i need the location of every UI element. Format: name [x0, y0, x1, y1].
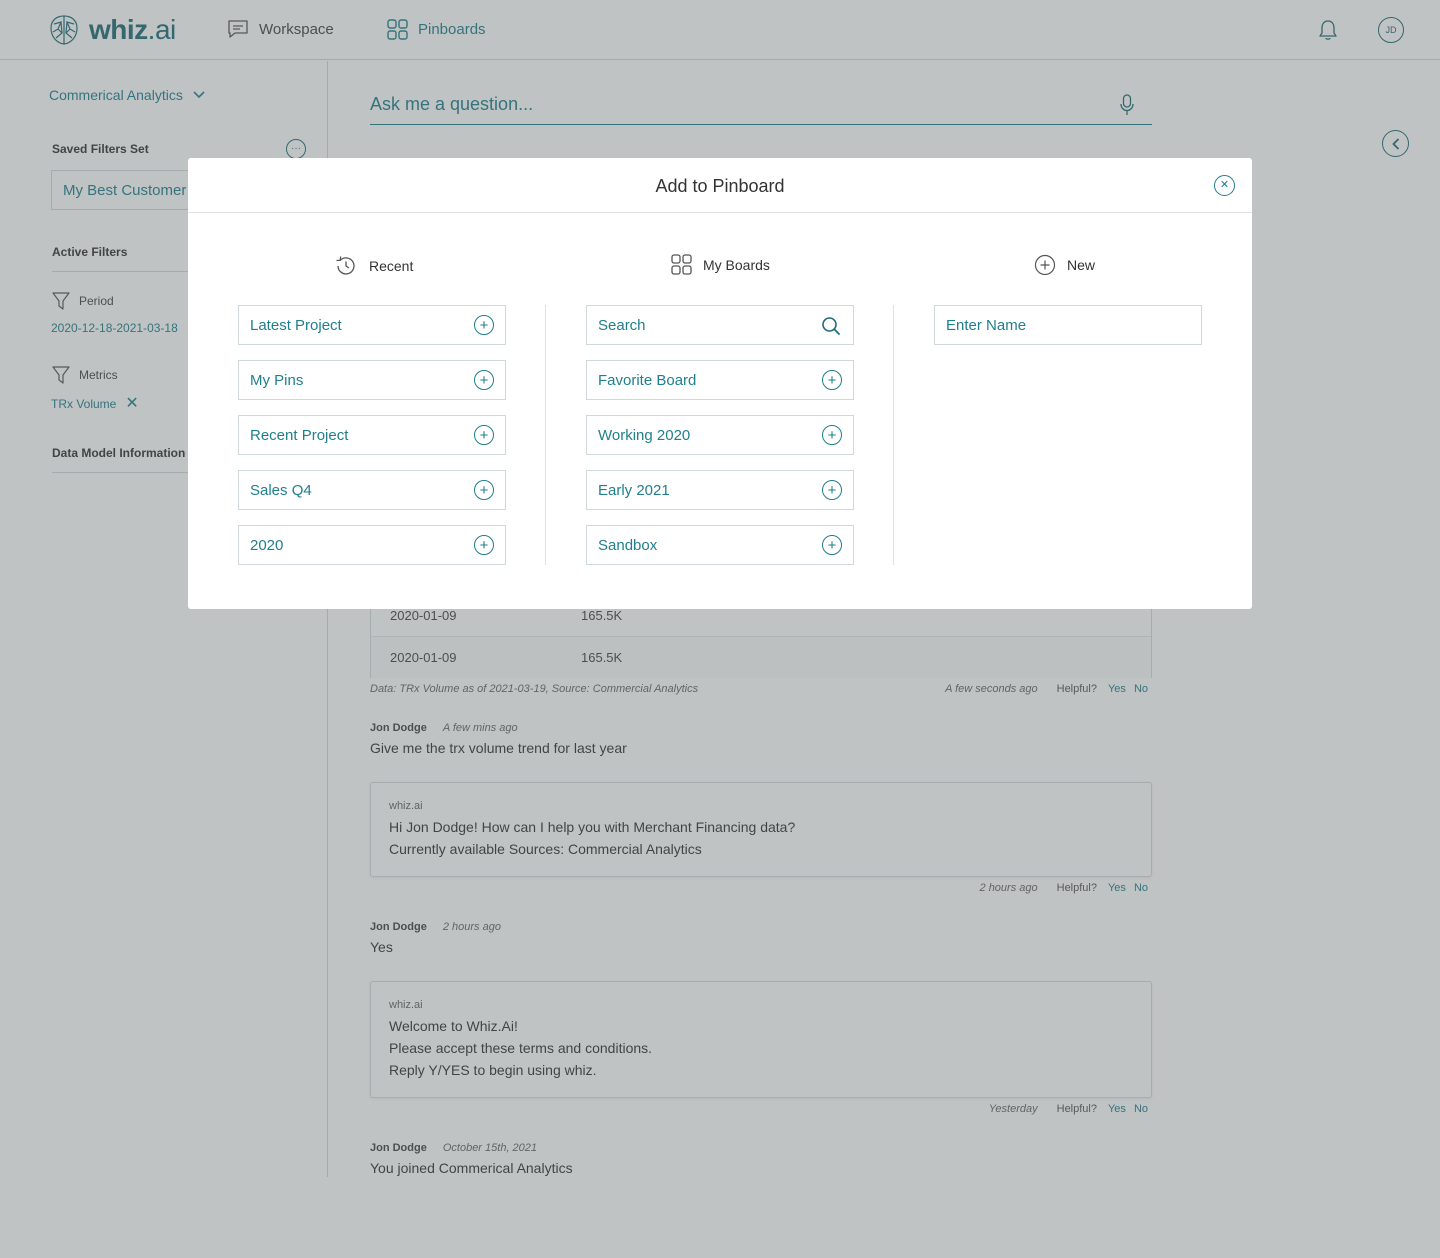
tab-new[interactable]: New: [1034, 254, 1095, 276]
close-button[interactable]: ✕: [1214, 175, 1235, 196]
plus-circle-icon: [1034, 254, 1056, 276]
new-board-name-input[interactable]: Enter Name: [934, 305, 1202, 345]
recent-item-label: Latest Project: [250, 316, 342, 334]
add-icon[interactable]: +: [474, 370, 494, 390]
search-icon[interactable]: [821, 316, 841, 336]
search-placeholder: Search: [598, 316, 646, 334]
add-icon[interactable]: +: [474, 425, 494, 445]
name-placeholder: Enter Name: [946, 316, 1027, 334]
board-item-label: Favorite Board: [598, 371, 697, 389]
board-item-label: Sandbox: [598, 536, 658, 554]
close-icon: ✕: [1219, 179, 1230, 191]
recent-item[interactable]: Latest Project +: [238, 305, 506, 345]
add-icon[interactable]: +: [474, 480, 494, 500]
recent-item[interactable]: Sales Q4 +: [238, 470, 506, 510]
history-icon: [336, 256, 355, 275]
tab-recent-label: Recent: [369, 258, 414, 274]
recent-item-label: My Pins: [250, 371, 304, 389]
board-item[interactable]: Working 2020 +: [586, 415, 854, 455]
grid-icon: [671, 254, 692, 275]
tab-new-label: New: [1067, 257, 1096, 273]
tab-my-boards[interactable]: My Boards: [671, 254, 770, 275]
add-icon[interactable]: +: [474, 315, 494, 335]
dialog-header: Add to Pinboard ✕: [188, 158, 1252, 213]
recent-item[interactable]: 2020 +: [238, 525, 506, 565]
recent-item-label: Recent Project: [250, 426, 349, 444]
board-item[interactable]: Early 2021 +: [586, 470, 854, 510]
add-icon[interactable]: +: [822, 425, 842, 445]
column-divider: [893, 305, 894, 565]
board-item-label: Working 2020: [598, 426, 691, 444]
add-to-pinboard-dialog: Add to Pinboard ✕ Recent My Boards New L…: [188, 158, 1252, 609]
board-item-label: Early 2021: [598, 481, 670, 499]
column-divider: [545, 305, 546, 565]
recent-item-label: 2020: [250, 536, 284, 554]
add-icon[interactable]: +: [474, 535, 494, 555]
recent-item-label: Sales Q4: [250, 481, 312, 499]
board-item[interactable]: Favorite Board +: [586, 360, 854, 400]
dialog-title: Add to Pinboard: [655, 176, 785, 196]
add-icon[interactable]: +: [822, 535, 842, 555]
add-icon[interactable]: +: [822, 480, 842, 500]
tab-my-boards-label: My Boards: [703, 256, 770, 273]
recent-item[interactable]: Recent Project +: [238, 415, 506, 455]
tab-recent[interactable]: Recent: [334, 254, 413, 278]
board-search-input[interactable]: Search: [586, 305, 854, 345]
add-icon[interactable]: +: [822, 370, 842, 390]
recent-item[interactable]: My Pins +: [238, 360, 506, 400]
board-item[interactable]: Sandbox +: [586, 525, 854, 565]
